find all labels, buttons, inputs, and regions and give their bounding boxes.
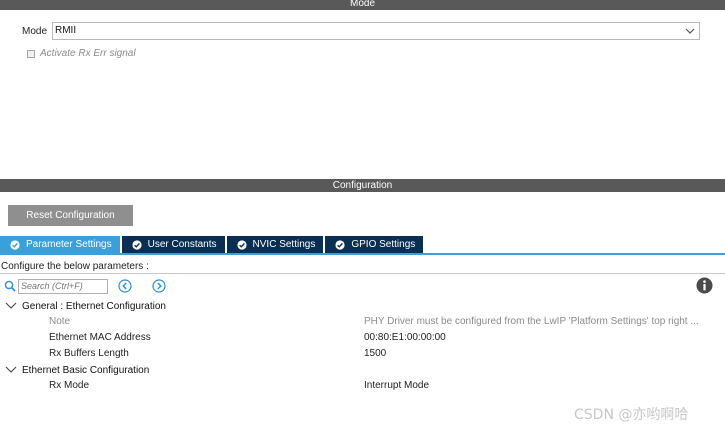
chevron-down-icon — [5, 302, 17, 309]
check-circle-icon — [132, 239, 142, 250]
tab-label: GPIO Settings — [351, 239, 416, 250]
mode-select[interactable]: RMII — [52, 22, 700, 40]
param-row-note[interactable]: Note PHY Driver must be configured from … — [0, 314, 725, 330]
rx-err-checkbox[interactable] — [27, 49, 35, 58]
arrow-right-circle-icon[interactable] — [152, 279, 166, 293]
param-name: Ethernet MAC Address — [49, 332, 151, 343]
param-value: Interrupt Mode — [364, 380, 430, 391]
chevron-down-icon — [5, 366, 17, 373]
parameter-tree: General : Ethernet Configuration Note PH… — [0, 298, 725, 394]
param-value: PHY Driver must be configured from the L… — [364, 316, 699, 327]
watermark: CSDN @亦哟啊哈 — [574, 407, 689, 423]
mode-row: Mode RMII — [22, 22, 700, 40]
tab-label: User Constants — [147, 239, 217, 250]
tab-parameter-settings[interactable]: Parameter Settings — [0, 236, 120, 253]
param-value: 00:80:E1:00:00:00 — [364, 332, 446, 343]
tab-label: NVIC Settings — [252, 239, 316, 250]
search-input[interactable] — [18, 278, 108, 294]
search-icon[interactable] — [4, 280, 16, 292]
arrow-left-circle-icon[interactable] — [118, 279, 132, 293]
param-row-rx-buffers-length[interactable]: Rx Buffers Length 1500 — [0, 346, 725, 362]
group-title: Ethernet Basic Configuration — [22, 364, 150, 376]
mode-section-header: Mode — [0, 0, 725, 10]
group-general-ethernet[interactable]: General : Ethernet Configuration — [0, 298, 725, 314]
check-circle-icon — [335, 239, 345, 250]
param-name: Note — [49, 316, 71, 327]
tab-label: Parameter Settings — [26, 239, 112, 250]
rx-err-option: Activate Rx Err signal — [27, 48, 136, 59]
check-circle-icon — [236, 239, 247, 250]
configure-instructions: Configure the below parameters : — [1, 261, 149, 272]
rx-err-label: Activate Rx Err signal — [40, 48, 136, 59]
configuration-section-header: Configuration — [0, 179, 725, 192]
param-value: 1500 — [364, 348, 387, 359]
group-ethernet-basic[interactable]: Ethernet Basic Configuration — [0, 362, 725, 378]
tab-user-constants[interactable]: User Constants — [121, 236, 225, 253]
search-row — [4, 278, 166, 294]
param-name: Rx Buffers Length — [49, 348, 129, 359]
mode-label: Mode — [22, 25, 48, 37]
param-row-rx-mode[interactable]: Rx Mode Interrupt Mode — [0, 378, 725, 394]
reset-configuration-button[interactable]: Reset Configuration — [8, 205, 133, 226]
info-icon[interactable] — [696, 277, 713, 294]
config-tabs: Parameter Settings User Constants NVIC S… — [0, 236, 425, 253]
tab-nvic-settings[interactable]: NVIC Settings — [226, 236, 324, 253]
divider — [0, 273, 725, 274]
chevron-down-icon — [685, 28, 695, 34]
param-row-mac-address[interactable]: Ethernet MAC Address 00:80:E1:00:00:00 — [0, 330, 725, 346]
check-circle-icon — [10, 239, 20, 250]
mode-select-value: RMII — [55, 25, 77, 36]
tab-underline — [0, 253, 725, 255]
tab-gpio-settings[interactable]: GPIO Settings — [325, 236, 424, 253]
param-name: Rx Mode — [49, 380, 90, 391]
group-title: General : Ethernet Configuration — [22, 300, 166, 312]
